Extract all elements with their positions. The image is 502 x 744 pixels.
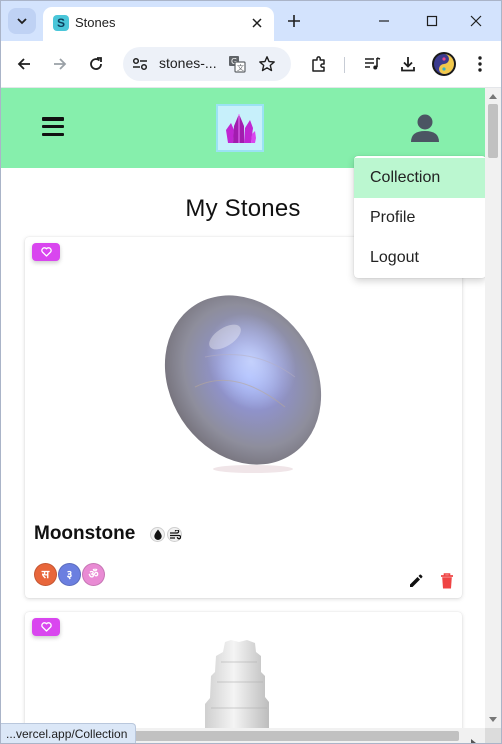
stone-name: Moonstone: [34, 523, 136, 544]
third-eye-chakra-icon: ३: [58, 563, 81, 586]
tab-title: Stones: [75, 15, 116, 30]
new-tab-button[interactable]: [283, 10, 305, 32]
hamburger-line: [42, 124, 64, 129]
puzzle-icon: [312, 56, 325, 72]
sacral-chakra-icon: स: [34, 563, 57, 586]
toolbar-divider: [344, 57, 345, 73]
scroll-right-arrow-icon[interactable]: [471, 732, 479, 743]
favorite-badge[interactable]: [32, 243, 60, 261]
status-bar-url: ...vercel.app/Collection: [1, 723, 137, 743]
chakra-list: स ३ ॐ: [34, 563, 105, 586]
account-dropdown-menu: Collection Profile Logout: [354, 156, 485, 278]
browser-toolbar: stones-... G文: [1, 41, 501, 88]
maximize-icon: [426, 15, 438, 27]
stone-card[interactable]: Moonstone स ३ ॐ: [25, 237, 462, 598]
translate-icon[interactable]: G文: [227, 54, 247, 74]
plus-icon: [288, 15, 300, 27]
tab-search-button[interactable]: [8, 8, 36, 34]
water-drop-icon: [150, 527, 165, 542]
trash-icon: [441, 573, 453, 589]
page-viewport: My Stones Moonstone स ३ ॐ Collection Pro…: [1, 88, 485, 728]
tab-favicon: S: [53, 15, 69, 31]
browser-tab[interactable]: S Stones: [43, 7, 274, 41]
user-account-button[interactable]: [408, 112, 442, 144]
download-icon: [401, 57, 415, 72]
heart-icon: [40, 622, 52, 632]
minimize-icon: [379, 20, 389, 22]
hamburger-menu-button[interactable]: [42, 117, 64, 136]
reload-icon: [90, 57, 102, 70]
arrow-right-icon: [54, 58, 67, 70]
scroll-down-arrow-icon[interactable]: [489, 716, 497, 724]
crystal-logo-icon: [226, 114, 256, 143]
more-vertical-icon: [478, 56, 482, 72]
forward-button[interactable]: [48, 52, 72, 76]
favorite-badge[interactable]: [32, 618, 60, 636]
selenite-tower-image: [205, 640, 269, 728]
app-logo[interactable]: [216, 104, 264, 152]
hamburger-line: [42, 132, 64, 136]
tab-strip: S Stones: [1, 1, 501, 41]
menu-item-profile[interactable]: Profile: [354, 198, 485, 238]
menu-item-collection[interactable]: Collection: [354, 158, 485, 198]
wind-icon: [167, 527, 182, 542]
minimize-button[interactable]: [364, 7, 404, 35]
close-icon: [470, 15, 482, 27]
moonstone-image: [164, 295, 322, 473]
user-icon: [411, 114, 439, 142]
media-controls-button[interactable]: [360, 52, 384, 76]
vertical-scroll-thumb[interactable]: [488, 104, 498, 158]
svg-text:文: 文: [237, 63, 244, 72]
browser-menu-button[interactable]: [468, 52, 492, 76]
close-icon: [252, 18, 262, 28]
menu-item-logout[interactable]: Logout: [354, 238, 485, 278]
scroll-up-arrow-icon[interactable]: [489, 92, 497, 100]
stone-card[interactable]: [25, 612, 462, 728]
pencil-icon: [410, 574, 423, 587]
address-bar[interactable]: stones-... G文: [123, 47, 291, 81]
tab-close-button[interactable]: [248, 14, 266, 32]
hamburger-line: [42, 117, 64, 121]
edit-button[interactable]: [408, 573, 424, 589]
maximize-button[interactable]: [412, 7, 452, 35]
arrow-left-icon: [17, 58, 30, 70]
close-window-button[interactable]: [456, 7, 496, 35]
heart-icon: [40, 247, 52, 257]
downloads-button[interactable]: [396, 52, 420, 76]
site-info-icon[interactable]: [131, 55, 149, 73]
extensions-button[interactable]: [307, 52, 331, 76]
delete-button[interactable]: [439, 572, 455, 590]
chevron-down-icon: [17, 18, 27, 25]
browser-profile-avatar[interactable]: [432, 52, 456, 76]
queue-music-icon: [365, 57, 381, 70]
element-icons: [150, 527, 182, 542]
address-text: stones-...: [159, 55, 217, 71]
vertical-scrollbar[interactable]: [485, 88, 501, 728]
bookmark-star-icon[interactable]: [257, 54, 277, 74]
scrollbar-corner: [485, 728, 501, 743]
browser-window: S Stones stones-... G 文 My Stones Moonst…: [0, 0, 502, 744]
reload-button[interactable]: [84, 52, 108, 76]
back-button[interactable]: [12, 52, 36, 76]
yin-yang-avatar-icon: [434, 54, 454, 74]
crown-chakra-icon: ॐ: [82, 563, 105, 586]
